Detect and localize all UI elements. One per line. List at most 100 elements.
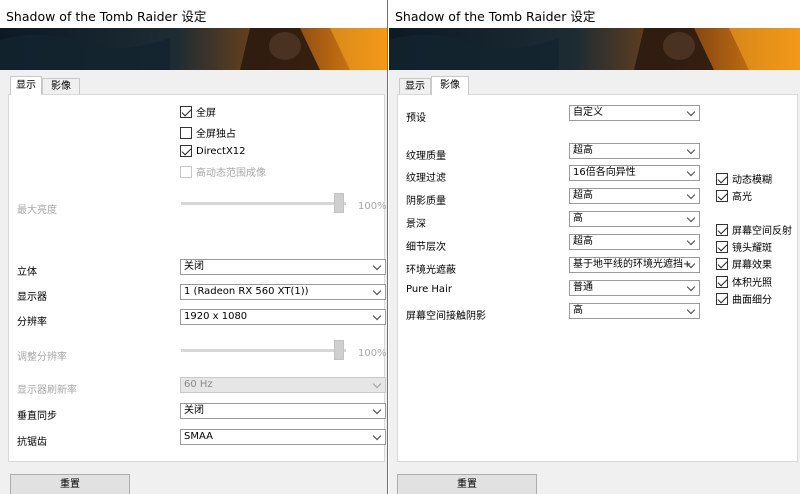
max-brightness-label: 最大亮度 [17, 205, 57, 216]
antialiasing-dropdown[interactable]: SMAA [180, 429, 386, 445]
stereo-dropdown[interactable]: 关闭 [180, 259, 386, 275]
contact-shadows-dropdown[interactable]: 高 [569, 303, 700, 319]
screen-effects-label: 屏幕效果 [732, 260, 772, 271]
lara-croft-banner-art [389, 28, 800, 70]
display-panel: 全屏 全屏独占 DirectX12 高动态范围成像 最大亮度 100% 立体 关… [8, 94, 387, 462]
volumetric-lighting-checkbox[interactable]: 体积光照 [716, 274, 772, 289]
motion-blur-checkbox[interactable]: 动态模糊 [716, 171, 772, 186]
bloom-checkbox[interactable]: 高光 [716, 188, 752, 203]
vsync-label: 垂直同步 [17, 411, 57, 422]
pure-hair-dropdown[interactable]: 普通 [569, 280, 700, 296]
reset-button[interactable]: 重置 [10, 474, 130, 494]
display-label: 显示器 [17, 292, 47, 303]
lens-flare-label: 镜头耀斑 [732, 243, 772, 254]
exclusive-fullscreen-label: 全屏独占 [196, 129, 236, 140]
exclusive-fullscreen-checkbox[interactable]: 全屏独占 [180, 125, 236, 140]
chevron-down-icon [372, 404, 383, 418]
screen-space-reflections-label: 屏幕空间反射 [732, 226, 792, 237]
slider-thumb[interactable] [334, 193, 344, 213]
texture-quality-value: 超高 [573, 145, 593, 156]
graphics-panel: 预设 自定义 纹理质量 超高 纹理过滤 16倍各向异性 阴影质量 超高 景深 高… [397, 94, 798, 462]
chevron-down-icon [686, 106, 697, 120]
texture-filtering-dropdown[interactable]: 16倍各向异性 [569, 165, 700, 181]
tab-graphics[interactable]: 影像 [42, 78, 80, 95]
vsync-dropdown[interactable]: 关闭 [180, 403, 386, 419]
ambient-occlusion-value: 基于地平线的环境光遮挡+ [573, 259, 692, 270]
tab-display[interactable]: 显示 [399, 78, 431, 95]
tessellation-label: 曲面细分 [732, 295, 772, 306]
ambient-occlusion-dropdown[interactable]: 基于地平线的环境光遮挡+ [569, 257, 700, 273]
ambient-occlusion-label: 环境光遮蔽 [406, 265, 456, 276]
refresh-rate-dropdown[interactable]: 60 Hz [180, 377, 386, 393]
checkbox-checked-icon [716, 292, 728, 305]
texture-quality-label: 纹理质量 [406, 151, 446, 162]
checkbox-checked-icon [180, 145, 192, 157]
screen-space-reflections-checkbox[interactable]: 屏幕空间反射 [716, 222, 792, 237]
chevron-down-icon [372, 260, 383, 274]
fullscreen-checkbox[interactable]: 全屏 [180, 104, 216, 119]
slider-track [181, 202, 346, 205]
contact-shadows-label: 屏幕空间接触阴影 [406, 311, 486, 322]
chevron-down-icon [372, 285, 383, 299]
game-banner-image [389, 28, 800, 70]
graphics-settings-window: Shadow of the Tomb Raider 设定 显示 影像 预设 自定… [389, 0, 800, 494]
slider-thumb[interactable] [334, 340, 344, 360]
window-title: Shadow of the Tomb Raider 设定 [395, 9, 596, 24]
checkbox-checked-icon [180, 105, 192, 118]
display-value: 1 (Radeon RX 560 XT(1)) [184, 286, 309, 297]
tessellation-checkbox[interactable]: 曲面细分 [716, 291, 772, 306]
depth-of-field-label: 景深 [406, 219, 426, 230]
chevron-down-icon [372, 310, 383, 324]
volumetric-lighting-label: 体积光照 [732, 278, 772, 289]
reset-button[interactable]: 重置 [397, 474, 537, 494]
shadow-quality-dropdown[interactable]: 超高 [569, 188, 700, 204]
display-settings-window: Shadow of the Tomb Raider 设定 显示 影像 全屏 全屏… [0, 0, 388, 494]
screen-effects-checkbox[interactable]: 屏幕效果 [716, 256, 772, 271]
level-of-detail-value: 超高 [573, 236, 593, 247]
resolution-scale-slider[interactable] [181, 340, 346, 360]
checkbox-checked-icon [716, 172, 728, 185]
tab-strip: 显示 影像 [0, 76, 387, 95]
depth-of-field-dropdown[interactable]: 高 [569, 211, 700, 227]
resolution-label: 分辨率 [17, 317, 47, 328]
display-dropdown[interactable]: 1 (Radeon RX 560 XT(1)) [180, 284, 386, 300]
resolution-value: 1920 x 1080 [184, 311, 248, 322]
chevron-down-icon [686, 166, 697, 180]
resolution-scale-value: 100% [358, 348, 387, 359]
directx12-checkbox[interactable]: DirectX12 [180, 145, 246, 157]
window-title: Shadow of the Tomb Raider 设定 [6, 9, 207, 24]
preset-label: 预设 [406, 113, 426, 124]
depth-of-field-value: 高 [573, 213, 583, 224]
lens-flare-checkbox[interactable]: 镜头耀斑 [716, 239, 772, 254]
fullscreen-label: 全屏 [196, 108, 216, 119]
chevron-down-icon [686, 144, 697, 158]
checkbox-checked-icon [716, 240, 728, 253]
checkbox-unchecked-icon [180, 126, 192, 139]
preset-dropdown[interactable]: 自定义 [569, 105, 700, 121]
hdr-checkbox[interactable]: 高动态范围成像 [180, 164, 266, 179]
pure-hair-label: Pure Hair [406, 284, 452, 295]
tab-display[interactable]: 显示 [10, 76, 42, 95]
refresh-rate-value: 60 Hz [184, 379, 213, 390]
tab-strip: 显示 影像 [389, 76, 800, 95]
contact-shadows-value: 高 [573, 305, 583, 316]
refresh-rate-label: 显示器刷新率 [17, 385, 77, 396]
hdr-label: 高动态范围成像 [196, 168, 266, 179]
chevron-down-icon [686, 258, 697, 272]
shadow-quality-value: 超高 [573, 190, 593, 201]
tab-graphics[interactable]: 影像 [431, 76, 469, 95]
max-brightness-value: 100% [358, 201, 387, 212]
chevron-down-icon [686, 304, 697, 318]
max-brightness-slider[interactable] [181, 193, 346, 213]
bloom-label: 高光 [732, 192, 752, 203]
resolution-dropdown[interactable]: 1920 x 1080 [180, 309, 386, 325]
game-banner-image [0, 28, 387, 70]
stereo-value: 关闭 [184, 261, 204, 272]
directx12-label: DirectX12 [196, 145, 246, 157]
texture-filtering-value: 16倍各向异性 [573, 167, 636, 178]
pure-hair-value: 普通 [573, 282, 593, 293]
antialiasing-label: 抗锯齿 [17, 437, 47, 448]
level-of-detail-dropdown[interactable]: 超高 [569, 234, 700, 250]
texture-quality-dropdown[interactable]: 超高 [569, 143, 700, 159]
checkbox-checked-icon [716, 257, 728, 270]
